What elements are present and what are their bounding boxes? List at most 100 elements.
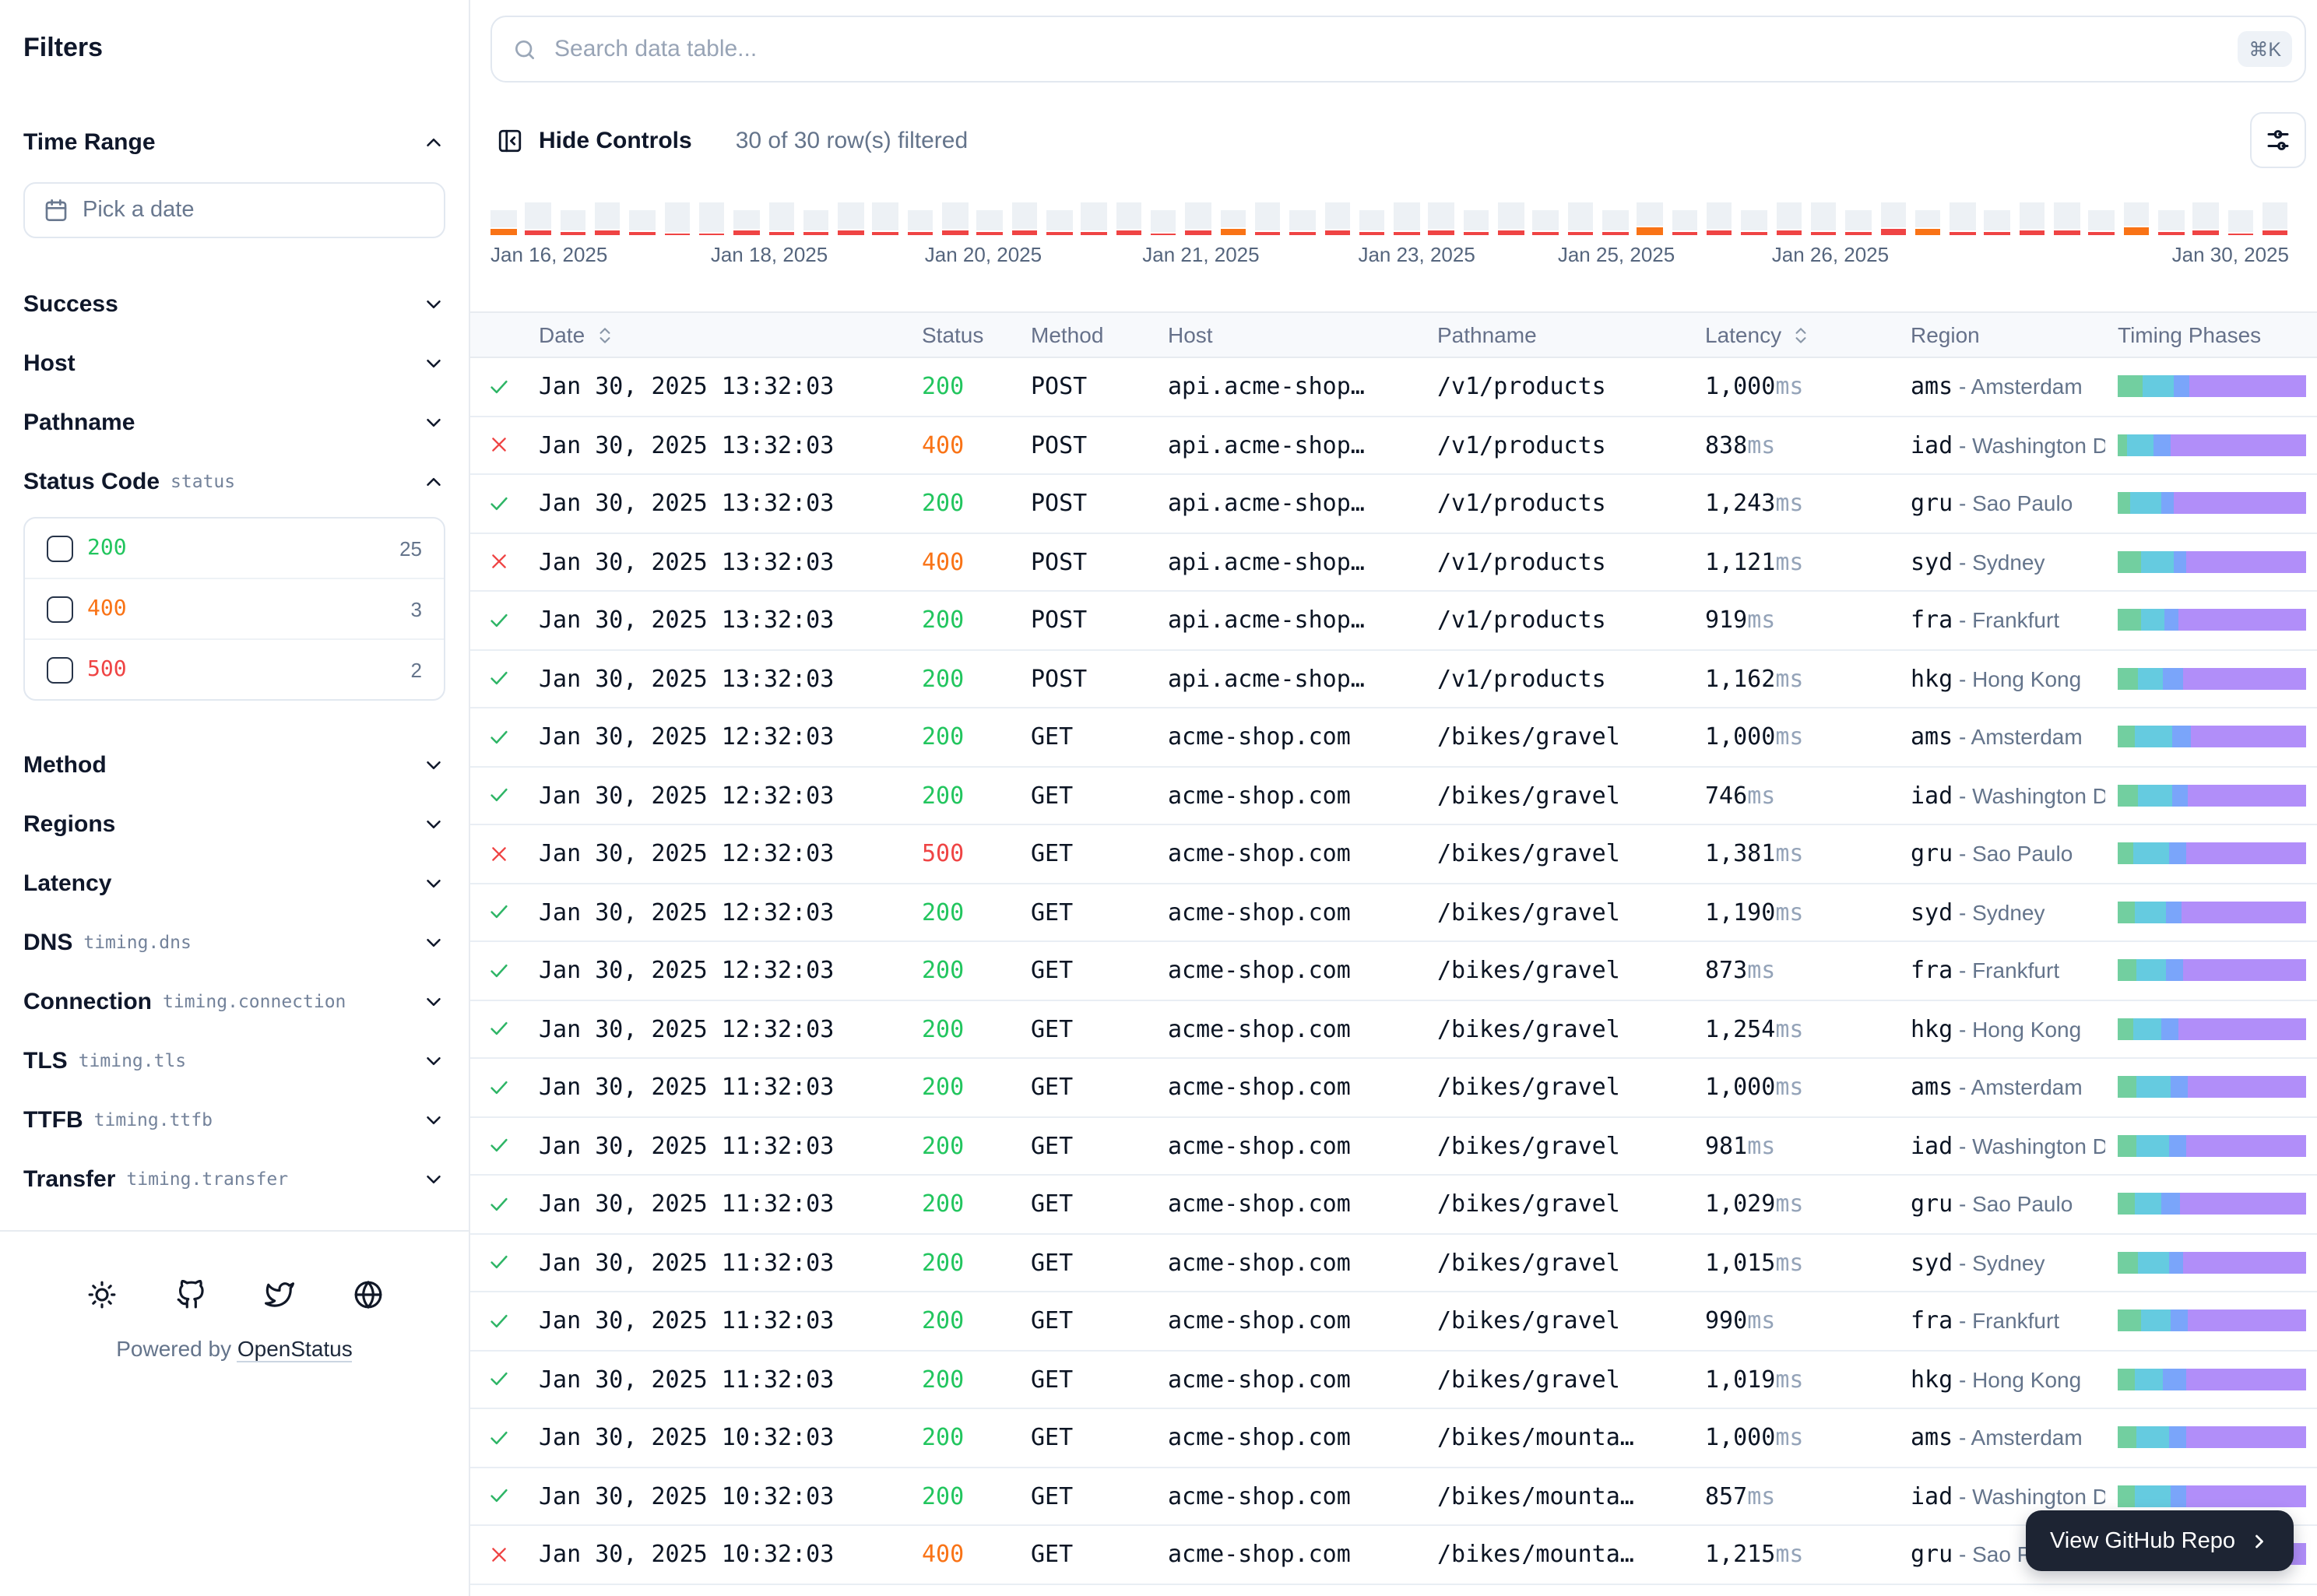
table-row[interactable]: Jan 30, 2025 13:32:03400POSTapi.acme-sho… [470, 417, 2317, 475]
timeline-bar[interactable] [699, 202, 725, 235]
timeline-bar[interactable] [1011, 202, 1037, 235]
timeline-bar[interactable] [1567, 202, 1593, 235]
timeline-bar[interactable] [2020, 202, 2045, 235]
theme-toggle-sun-icon[interactable] [78, 1271, 125, 1317]
table-row[interactable]: Jan 30, 2025 12:32:03200GETacme-shop.com… [470, 884, 2317, 942]
requests-timeline-chart[interactable]: Jan 16, 2025Jan 18, 2025Jan 20, 2025Jan … [490, 202, 2289, 268]
table-row[interactable]: Jan 30, 2025 10:32:03200GETacme-shop.com… [470, 1409, 2317, 1468]
timeline-bar[interactable] [942, 202, 968, 235]
filter-section-pathname[interactable]: Pathname [23, 392, 445, 452]
timeline-bar[interactable] [1776, 202, 1802, 235]
table-row[interactable]: Jan 30, 2025 11:32:03200GETacme-shop.com… [470, 1176, 2317, 1234]
timeline-bar[interactable] [526, 202, 551, 235]
column-header-latency[interactable]: Latency [1693, 322, 1898, 347]
filter-section-method[interactable]: Method [23, 735, 445, 794]
timeline-bar[interactable] [873, 202, 898, 235]
checkbox[interactable] [47, 596, 73, 622]
timeline-bar[interactable] [1742, 209, 1767, 235]
timeline-bar[interactable] [595, 202, 621, 235]
table-row[interactable]: Jan 30, 2025 12:32:03200GETacme-shop.com… [470, 942, 2317, 1000]
status-code-option-500[interactable]: 5002 [25, 638, 444, 699]
table-row[interactable]: Jan 30, 2025 13:32:03200POSTapi.acme-sho… [470, 475, 2317, 533]
timeline-bar[interactable] [1950, 202, 1975, 235]
timeline-bar[interactable] [1429, 202, 1454, 235]
table-row[interactable]: Jan 30, 2025 12:32:03500GETacme-shop.com… [470, 825, 2317, 884]
timeline-bar[interactable] [768, 202, 794, 235]
table-row[interactable]: Jan 30, 2025 11:32:03200GETacme-shop.com… [470, 1059, 2317, 1117]
timeline-bar[interactable] [1985, 209, 2010, 235]
timeline-bar[interactable] [977, 209, 1003, 235]
table-row[interactable]: Jan 30, 2025 12:32:03200GETacme-shop.com… [470, 767, 2317, 825]
timeline-bar[interactable] [1498, 202, 1524, 235]
checkbox[interactable] [47, 535, 73, 561]
filter-section-status-code[interactable]: Status Codestatus [23, 452, 445, 511]
search-bar[interactable]: ⌘K [490, 16, 2306, 83]
timeline-bar[interactable] [2123, 202, 2149, 235]
filter-section-dns[interactable]: DNStiming.dns [23, 912, 445, 972]
timeline-bar[interactable] [664, 202, 690, 235]
table-row[interactable]: Jan 30, 2025 12:32:03200GETacme-shop.com… [470, 708, 2317, 767]
timeline-bar[interactable] [1637, 202, 1663, 235]
timeline-bar[interactable] [1880, 202, 1906, 235]
github-icon[interactable] [167, 1271, 213, 1317]
timeline-bar[interactable] [1220, 209, 1246, 235]
timeline-bar[interactable] [1255, 202, 1281, 235]
filter-section-transfer[interactable]: Transfertiming.transfer [23, 1149, 445, 1208]
timeline-bar[interactable] [2263, 202, 2288, 235]
timeline-bar[interactable] [1845, 209, 1871, 235]
timeline-bar[interactable] [1186, 202, 1211, 235]
timeline-bar[interactable] [1533, 209, 1559, 235]
status-code-option-400[interactable]: 4003 [25, 578, 444, 638]
timeline-bar[interactable] [1672, 209, 1697, 235]
timeline-bar[interactable] [1081, 202, 1107, 235]
timeline-bar[interactable] [908, 209, 933, 235]
globe-icon[interactable] [344, 1271, 391, 1317]
timeline-bar[interactable] [1811, 202, 1837, 235]
timeline-bar[interactable] [2054, 202, 2080, 235]
view-options-button[interactable] [2250, 112, 2306, 168]
twitter-icon[interactable] [255, 1271, 302, 1317]
timeline-bar[interactable] [1915, 209, 1941, 235]
table-row[interactable]: Jan 30, 2025 11:32:03200GETacme-shop.com… [470, 1351, 2317, 1409]
table-row[interactable]: Jan 30, 2025 13:32:03400POSTapi.acme-sho… [470, 533, 2317, 592]
filter-section-success[interactable]: Success [23, 274, 445, 333]
timeline-bar[interactable] [1602, 209, 1628, 235]
table-row[interactable]: Jan 30, 2025 11:32:03200GETacme-shop.com… [470, 1234, 2317, 1292]
status-code-option-200[interactable]: 20025 [25, 519, 444, 578]
table-row[interactable]: Jan 30, 2025 13:32:03200POSTapi.acme-sho… [470, 650, 2317, 708]
column-header-date[interactable]: Date [526, 322, 909, 347]
timeline-bar[interactable] [1151, 209, 1176, 235]
timeline-bar[interactable] [1707, 202, 1732, 235]
timeline-bar[interactable] [1394, 202, 1419, 235]
timeline-bar[interactable] [630, 209, 656, 235]
timeline-bar[interactable] [1359, 209, 1385, 235]
timeline-bar[interactable] [1116, 202, 1141, 235]
table-row[interactable]: Jan 30, 2025 13:32:03200POSTapi.acme-sho… [470, 358, 2317, 417]
filter-section-connection[interactable]: Connectiontiming.connection [23, 972, 445, 1031]
table-row[interactable]: Jan 30, 2025 13:32:03200POSTapi.acme-sho… [470, 592, 2317, 650]
date-picker-input[interactable]: Pick a date [23, 182, 445, 238]
timeline-bar[interactable] [803, 209, 829, 235]
openstatus-link[interactable]: OpenStatus [237, 1336, 353, 1362]
timeline-bar[interactable] [733, 209, 759, 235]
timeline-bar[interactable] [1289, 209, 1315, 235]
filter-section-ttfb[interactable]: TTFBtiming.ttfb [23, 1090, 445, 1149]
table-row[interactable]: Jan 30, 2025 11:32:03200GETacme-shop.com… [470, 1117, 2317, 1176]
view-github-repo-button[interactable]: View GitHub Repo [2026, 1510, 2294, 1571]
timeline-bar[interactable] [1324, 202, 1350, 235]
timeline-bar[interactable] [490, 209, 516, 235]
filter-section-tls[interactable]: TLStiming.tls [23, 1031, 445, 1090]
timeline-bar[interactable] [2193, 202, 2219, 235]
timeline-bar[interactable] [1046, 209, 1072, 235]
table-row[interactable]: Jan 30, 2025 11:32:03200GETacme-shop.com… [470, 1292, 2317, 1351]
filter-section-host[interactable]: Host [23, 333, 445, 392]
table-row[interactable]: Jan 30, 2025 12:32:03200GETacme-shop.com… [470, 1000, 2317, 1059]
checkbox[interactable] [47, 656, 73, 683]
timeline-bar[interactable] [560, 209, 585, 235]
search-input[interactable] [551, 34, 2224, 64]
hide-controls-button[interactable]: Hide Controls [490, 127, 698, 153]
filter-section-latency[interactable]: Latency [23, 853, 445, 912]
timeline-bar[interactable] [1464, 209, 1489, 235]
timeline-bar[interactable] [838, 202, 863, 235]
timeline-bar[interactable] [2158, 209, 2184, 235]
